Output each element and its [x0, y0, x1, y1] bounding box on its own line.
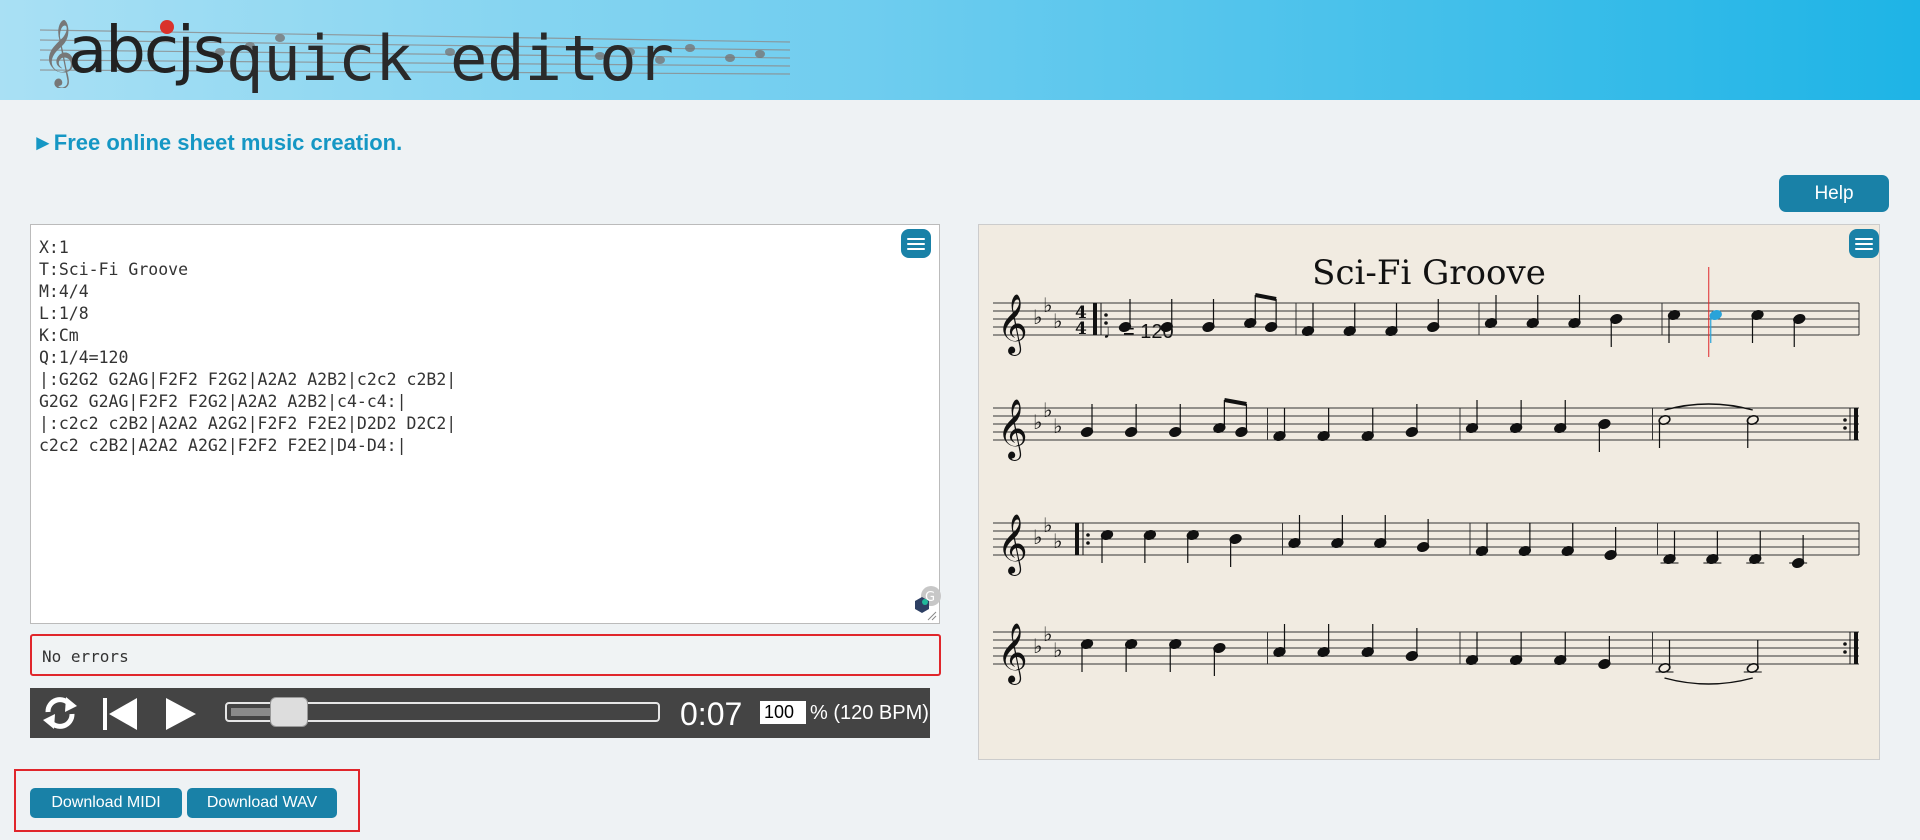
progress-thumb[interactable] [269, 697, 308, 727]
flat-sign: ♭ [1033, 410, 1042, 434]
flat-sign: ♭ [1053, 414, 1062, 438]
tempo-bpm-label: % (120 BPM) [810, 702, 929, 724]
flat-sign: ♭ [1053, 529, 1062, 553]
flat-sign: ♭ [1053, 309, 1062, 333]
flat-sign: ♭ [1043, 622, 1052, 646]
repeat-dot [1086, 541, 1090, 545]
repeat-dot [1843, 418, 1847, 422]
play-icon[interactable] [162, 696, 198, 732]
flat-sign: ♭ [1043, 513, 1052, 537]
note-beam [1224, 398, 1247, 406]
editor-menu-hamburger-icon[interactable] [901, 229, 931, 258]
resize-handle-icon[interactable] [927, 611, 937, 621]
flat-sign: ♭ [1053, 638, 1062, 662]
repeat-start-barline [1075, 523, 1079, 555]
abc-source-text[interactable]: X:1 T:Sci-Fi Groove M:4/4 L:1/8 K:Cm Q:1… [31, 225, 939, 469]
repeat-dot [1104, 321, 1108, 325]
elapsed-time: 0:07 [680, 696, 743, 732]
abc-editor-textarea[interactable]: X:1 T:Sci-Fi Groove M:4/4 L:1/8 K:Cm Q:1… [30, 224, 941, 624]
repeat-dot [1104, 313, 1108, 317]
download-midi-button[interactable]: Download MIDI [30, 788, 182, 818]
restart-icon[interactable] [101, 696, 139, 732]
error-status-box: No errors [30, 634, 941, 676]
loop-icon[interactable] [40, 694, 80, 732]
repeat-start-barline [1093, 303, 1097, 335]
help-button[interactable]: Help [1779, 175, 1889, 212]
repeat-dot [1843, 426, 1847, 430]
play-arrow-icon: ► [32, 130, 54, 155]
time-signature-bottom: 4 [1075, 319, 1087, 339]
treble-clef: 𝄞 [997, 623, 1028, 685]
logo-red-dot [160, 20, 174, 34]
tagline: ►Free online sheet music creation. [32, 130, 402, 156]
treble-clef: 𝄞 [997, 294, 1028, 356]
tie [1664, 677, 1753, 685]
header-banner: 𝄞 abcjs quick editor [0, 0, 1920, 100]
flat-sign: ♭ [1033, 305, 1042, 329]
download-wav-button[interactable]: Download WAV [187, 788, 337, 818]
score-notation: 𝄞 ♭ ♭♭ 44𝄞 ♭ ♭♭𝄞 ♭ ♭♭𝄞 ♭ ♭♭ [993, 267, 1860, 685]
repeat-dot [1843, 650, 1847, 654]
treble-clef: 𝄞 [997, 399, 1028, 461]
flat-sign: ♭ [1043, 293, 1052, 317]
repeat-end-barline [1854, 408, 1858, 440]
flat-sign: ♭ [1033, 525, 1042, 549]
logo-abcjs: abcjs [68, 14, 226, 88]
repeat-dot [1843, 642, 1847, 646]
tagline-text: Free online sheet music creation. [53, 130, 403, 155]
sheet-music-panel: Sci-Fi Groove ♩= 120 𝄞 ♭ ♭ ♭ 4 4 𝄞 ♭ ♭ ♭ 𝄞 ♭ ♭ ♭ 𝄞 ♭ ♭ ♭ [978, 224, 1880, 760]
audio-player-bar: 0:07 100 % (120 BPM) [30, 688, 930, 738]
treble-clef: 𝄞 [997, 514, 1028, 576]
tempo-percent-input[interactable]: 100 [760, 701, 806, 724]
tie [1664, 403, 1753, 411]
repeat-end-barline [1854, 632, 1858, 664]
flat-sign: ♭ [1043, 398, 1052, 422]
status-text: No errors [42, 647, 129, 666]
note-beam [1254, 293, 1277, 301]
flat-sign: ♭ [1033, 634, 1042, 658]
repeat-dot [1086, 533, 1090, 537]
logo-quick-editor: quick editor [226, 22, 674, 95]
